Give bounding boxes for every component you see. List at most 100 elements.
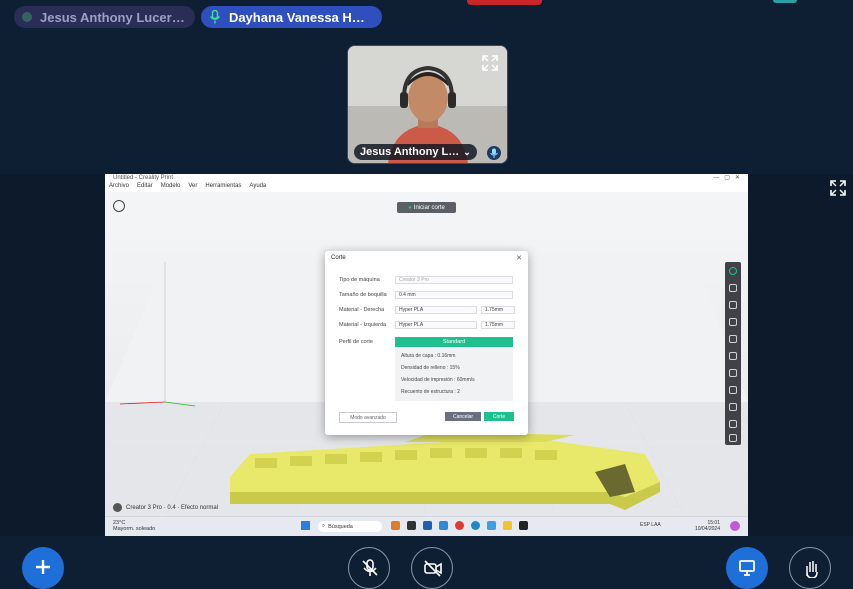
nozzle-row: Tamaño de boquilla 0.4 mm — [339, 290, 519, 299]
search-icon: ⌕ — [322, 523, 326, 529]
language-indicator[interactable]: ESP LAA — [640, 522, 661, 528]
video-name-tag[interactable]: Jesus Anthony L… ⌄ — [354, 144, 477, 160]
windows-taskbar: 23°C Mayorm. soleado ⌕ Búsqueda ESP LAA … — [105, 516, 748, 536]
participant-chip[interactable]: Jesus Anthony Lucer… — [14, 6, 195, 28]
dialog-title: Corte — [331, 255, 346, 261]
avatar[interactable] — [773, 0, 797, 3]
right-toolbar — [725, 262, 741, 445]
creality-icon[interactable] — [519, 521, 528, 530]
mute-microphone-button[interactable] — [348, 547, 390, 589]
slice-button[interactable]: Corte — [484, 412, 514, 421]
camera-off-icon — [424, 560, 442, 577]
detail-speed: Velocidad de impresión : 60mm/s — [401, 377, 475, 383]
shared-screen[interactable]: Untitled - Creality Print — ▢ ✕ Archivo … — [105, 174, 748, 536]
window-titlebar: Untitled - Creality Print — ▢ ✕ — [105, 174, 748, 183]
menu-item[interactable]: Ver — [188, 183, 197, 192]
app-icon[interactable] — [487, 521, 496, 530]
field-label: Perfil de corte — [339, 338, 373, 345]
folder-icon[interactable] — [503, 521, 512, 530]
field-label: Tamaño de boquilla — [339, 291, 387, 298]
taskbar-search-label: Búsqueda — [328, 523, 353, 530]
add-button[interactable] — [22, 547, 64, 589]
mirror-icon[interactable] — [729, 335, 737, 343]
participant-name: Jesus Anthony Lucer… — [40, 9, 185, 25]
machine-type-field: Creator 3 Pro — [395, 275, 513, 284]
plus-icon — [36, 560, 50, 574]
cancel-button[interactable]: Cancelar — [445, 412, 481, 421]
link-icon[interactable] — [729, 434, 737, 442]
microphone-icon — [209, 10, 220, 24]
slice-dialog: Corte ✕ Tipo de máquina Creator 3 Pro Ta… — [325, 251, 528, 435]
start-slice-button[interactable]: ● Iniciar corte — [397, 202, 456, 213]
weather-desc: Mayorm. soleado — [113, 526, 156, 532]
material-right-row: Material - Derecha Hyper PLA 1.75mm — [339, 305, 519, 314]
field-label: Material - Izquierda — [339, 321, 387, 328]
share-screen-button[interactable] — [726, 547, 768, 589]
menu-item[interactable]: Ayuda — [249, 183, 266, 192]
lay-flat-icon[interactable] — [729, 352, 737, 360]
detail-infill: Densidad de relleno : 15% — [401, 365, 460, 371]
app-icon[interactable] — [391, 521, 400, 530]
field-label: Material - Derecha — [339, 306, 385, 313]
microphone-icon — [487, 146, 501, 160]
hollow-icon[interactable] — [729, 403, 737, 411]
expand-icon[interactable] — [481, 54, 499, 72]
windows-start-icon[interactable] — [301, 521, 310, 530]
menu-item[interactable]: Herramientas — [205, 183, 241, 192]
window-title: Untitled - Creality Print — [113, 175, 174, 181]
3d-viewport[interactable]: ● Iniciar corte Creator 3 Pro · 0.4 · Ef… — [105, 192, 748, 517]
slice-icon: ● — [408, 204, 412, 211]
nozzle-select[interactable]: 0.4 mm — [395, 290, 513, 299]
move-icon[interactable] — [729, 284, 737, 292]
settings-icon[interactable] — [729, 420, 737, 428]
menu-bar: Archivo Editar Modelo Ver Herramientas A… — [105, 183, 748, 192]
chrome-icon[interactable] — [455, 521, 464, 530]
menu-item[interactable]: Archivo — [109, 183, 129, 192]
menu-icon[interactable] — [113, 200, 125, 212]
window-controls[interactable]: — ▢ ✕ — [713, 174, 740, 181]
taskbar-clock[interactable]: 15:01 10/04/2024 — [695, 520, 720, 532]
scale-icon[interactable] — [729, 318, 737, 326]
menu-item[interactable]: Editar — [137, 183, 153, 192]
field-label: Tipo de máquina — [339, 276, 380, 283]
rotate-icon[interactable] — [729, 301, 737, 309]
video-tile[interactable]: Jesus Anthony L… ⌄ — [347, 45, 508, 164]
edge-icon[interactable] — [471, 521, 480, 530]
diameter-left-select[interactable]: 1.75mm — [481, 320, 515, 329]
machine-type-row: Tipo de máquina Creator 3 Pro — [339, 275, 519, 284]
chevron-down-icon: ⌄ — [463, 146, 471, 157]
status-dot-icon — [22, 12, 32, 22]
camera-button[interactable] — [411, 547, 453, 589]
diameter-right-select[interactable]: 1.75mm — [481, 305, 515, 314]
printer-icon — [113, 503, 122, 512]
profile-standard-button[interactable]: Standard — [395, 337, 513, 347]
close-icon[interactable]: ✕ — [516, 254, 522, 262]
clock-date: 10/04/2024 — [694, 526, 720, 532]
screen-share-icon — [739, 560, 755, 576]
copilot-icon[interactable] — [730, 521, 740, 531]
weather-widget[interactable]: 23°C Mayorm. soleado — [113, 520, 155, 532]
fullscreen-icon[interactable] — [829, 179, 847, 197]
hand-icon — [806, 561, 818, 578]
machine-status-text: Creator 3 Pro · 0.4 · Efecto normal — [126, 504, 219, 511]
taskbar-apps — [391, 521, 528, 530]
recording-indicator — [467, 0, 542, 5]
participant-name: Dayhana Vanessa Hu… — [228, 9, 372, 25]
app-icon[interactable] — [407, 521, 416, 530]
microphone-off-icon — [362, 559, 378, 576]
advanced-mode-button[interactable]: Modo avanzado — [339, 412, 397, 423]
support-icon[interactable] — [729, 386, 737, 394]
taskbar-search[interactable]: ⌕ Búsqueda — [318, 521, 382, 532]
app-icon[interactable] — [439, 521, 448, 530]
machine-status[interactable]: Creator 3 Pro · 0.4 · Efecto normal — [113, 503, 218, 512]
raise-hand-button[interactable] — [789, 547, 831, 589]
participant-chip-active[interactable]: Dayhana Vanessa Hu… — [201, 6, 382, 28]
material-right-select[interactable]: Hyper PLA — [395, 305, 477, 314]
menu-item[interactable]: Modelo — [161, 183, 181, 192]
app-icon[interactable] — [423, 521, 432, 530]
cut-icon[interactable] — [729, 369, 737, 377]
profile-details: Altura de capa : 0.16mm Densidad de rell… — [395, 347, 513, 401]
material-left-select[interactable]: Hyper PLA — [395, 320, 477, 329]
view-icon[interactable] — [729, 267, 737, 275]
material-left-row: Material - Izquierda Hyper PLA 1.75mm — [339, 320, 519, 329]
